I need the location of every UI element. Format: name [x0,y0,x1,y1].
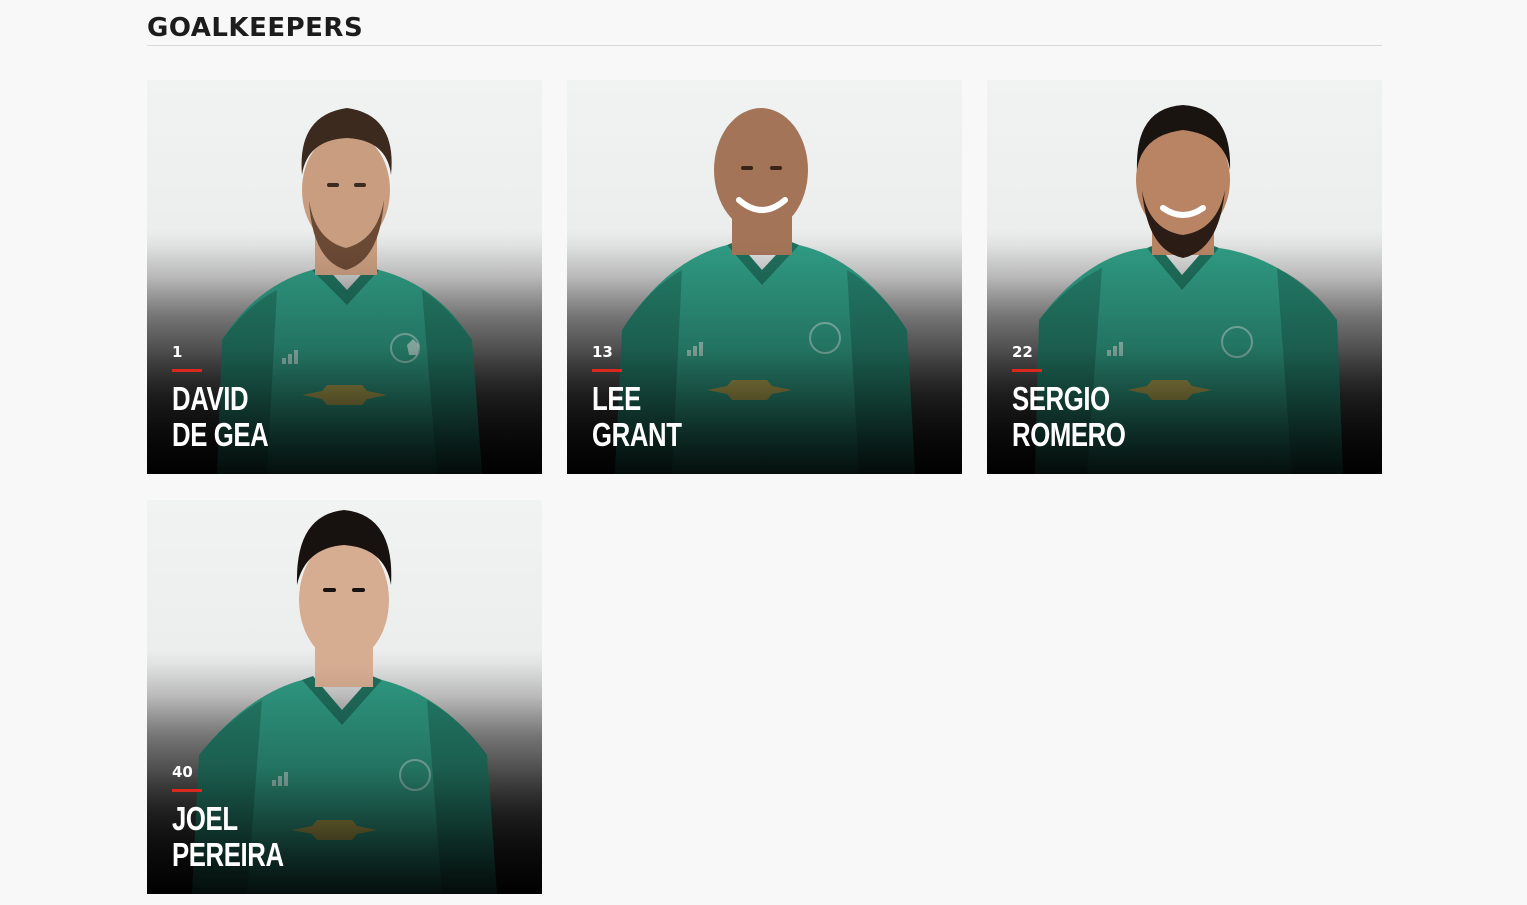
goalkeepers-section: GOALKEEPERS 1 DAVID DE GEA 13 LEE GRANT … [147,0,1382,894]
player-card[interactable]: 22 SERGIO ROMERO [987,80,1382,474]
player-card[interactable]: 13 LEE GRANT [567,80,962,474]
accent-divider [592,369,622,372]
player-number: 13 [592,343,613,361]
accent-divider [1012,369,1042,372]
player-last-name: ROMERO [1012,416,1126,453]
player-number: 40 [172,763,193,781]
player-first-name: DAVID [172,380,249,417]
player-info: 40 JOEL PEREIRA [172,763,315,873]
accent-divider [172,789,202,792]
player-number: 1 [172,343,183,361]
player-last-name: PEREIRA [172,836,284,873]
player-first-name: JOEL [172,800,238,837]
player-info: 13 LEE GRANT [592,343,707,453]
player-last-name: GRANT [592,416,682,453]
player-card[interactable]: 1 DAVID DE GEA [147,80,542,474]
player-info: 22 SERGIO ROMERO [1012,343,1158,453]
player-first-name: SERGIO [1012,380,1110,417]
player-info: 1 DAVID DE GEA [172,343,296,453]
player-last-name: DE GEA [172,416,269,453]
player-number: 22 [1012,343,1033,361]
player-first-name: LEE [592,380,641,417]
section-title: GOALKEEPERS [147,0,1382,46]
accent-divider [172,369,202,372]
player-card[interactable]: 40 JOEL PEREIRA [147,500,542,894]
